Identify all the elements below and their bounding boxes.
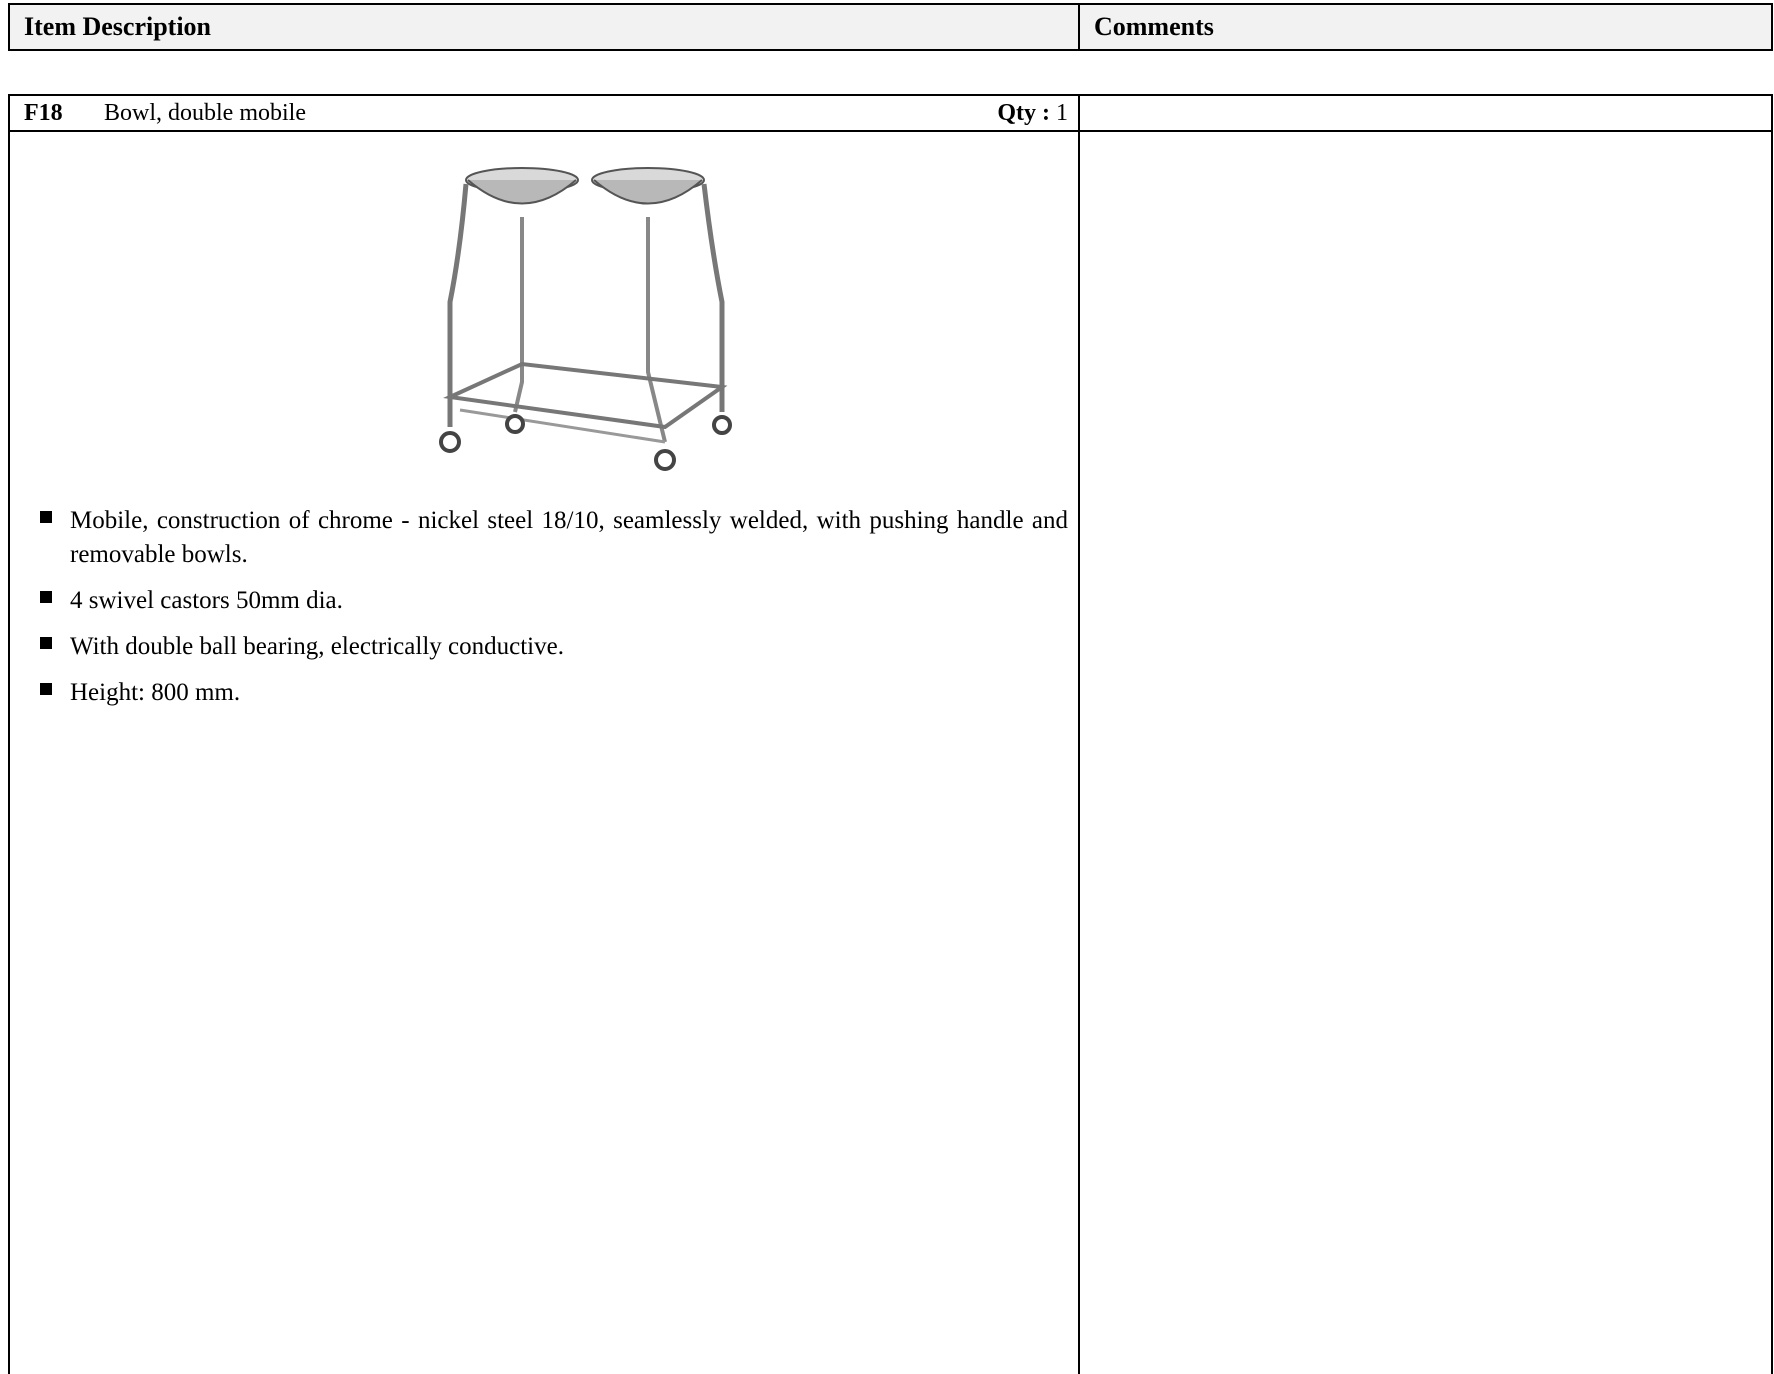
square-bullet-icon: [40, 637, 52, 649]
qty-value: 1: [1056, 99, 1068, 126]
comments-cell[interactable]: [1080, 132, 1771, 1374]
item-description-cell: Mobile, construction of chrome - nickel …: [10, 132, 1080, 1374]
item-body-row: Mobile, construction of chrome - nickel …: [10, 132, 1771, 1374]
list-item: 4 swivel castors 50mm dia.: [28, 584, 1068, 618]
item-code: F18: [24, 99, 63, 126]
qty-label: Qty :: [997, 99, 1050, 126]
item-description-header: Item Description: [10, 5, 1080, 49]
square-bullet-icon: [40, 511, 52, 523]
comments-header: Comments: [1094, 12, 1214, 41]
table-header: Item Description Comments: [8, 3, 1773, 51]
double-bowl-stand-icon: [439, 167, 732, 471]
square-bullet-icon: [40, 591, 52, 603]
square-bullet-icon: [40, 683, 52, 695]
item-header-row: F18 Bowl, double mobile Qty : 1: [10, 96, 1771, 132]
list-item: Mobile, construction of chrome - nickel …: [28, 504, 1068, 572]
comments-title-cell: [1080, 96, 1771, 130]
spec-list: Mobile, construction of chrome - nickel …: [28, 504, 1068, 722]
item-name: Bowl, double mobile: [104, 99, 306, 126]
item-table: F18 Bowl, double mobile Qty : 1 Mobile, …: [8, 94, 1773, 1374]
list-item: Height: 800 mm.: [28, 676, 1068, 710]
item-title-cell: F18 Bowl, double mobile Qty : 1: [10, 96, 1080, 130]
list-item: With double ball bearing, electrically c…: [28, 630, 1068, 664]
